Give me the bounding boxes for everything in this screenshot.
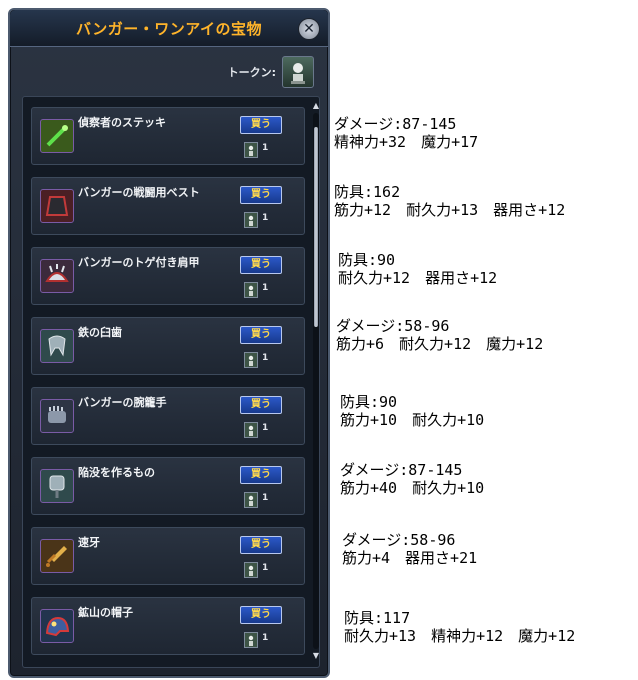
token-display: トークン: bbox=[228, 56, 314, 88]
token-cost-icon bbox=[244, 422, 258, 438]
token-cost-quantity: 1 bbox=[262, 143, 269, 153]
item-name: バンガーのトゲ付き肩甲 bbox=[78, 256, 200, 269]
scroll-track[interactable] bbox=[313, 113, 319, 649]
treasure-window: バンガー・ワンアイの宝物 ✕ トークン: 偵察者のステッキ 買う 1 バンガーの戦闘用… bbox=[8, 8, 330, 678]
item-row[interactable]: 速牙 買う 1 bbox=[31, 527, 305, 585]
buy-button[interactable]: 買う bbox=[240, 606, 282, 624]
token-cost-quantity: 1 bbox=[262, 283, 269, 293]
scrollbar[interactable]: ▲ ▼ bbox=[311, 101, 321, 661]
stat-primary: ダメージ:87-145 bbox=[334, 115, 457, 133]
stat-primary: 防具:117 bbox=[344, 609, 411, 627]
iron-molar-icon[interactable] bbox=[40, 329, 74, 363]
stat-primary: 防具:90 bbox=[340, 393, 398, 411]
mining-helmet-icon[interactable] bbox=[40, 609, 74, 643]
gauntlet-icon[interactable] bbox=[40, 399, 74, 433]
item-name: バンガーの戦闘用ベスト bbox=[78, 186, 200, 199]
item-list: 偵察者のステッキ 買う 1 バンガーの戦闘用ベスト 買う 1 バンガーのトゲ付き肩甲 買う 1 鉄… bbox=[22, 96, 320, 668]
mace-icon[interactable] bbox=[40, 469, 74, 503]
token-cost-quantity: 1 bbox=[262, 213, 269, 223]
scroll-thumb[interactable] bbox=[314, 127, 318, 327]
token-figure-icon[interactable] bbox=[282, 56, 314, 88]
item-name: 鉄の臼歯 bbox=[78, 326, 122, 339]
item-row[interactable]: 陥没を作るもの 買う 1 bbox=[31, 457, 305, 515]
staff-icon[interactable] bbox=[40, 119, 74, 153]
buy-button[interactable]: 買う bbox=[240, 396, 282, 414]
buy-button[interactable]: 買う bbox=[240, 536, 282, 554]
spiked-shoulder-icon[interactable] bbox=[40, 259, 74, 293]
token-cost-icon bbox=[244, 562, 258, 578]
item-row[interactable]: バンガーのトゲ付き肩甲 買う 1 bbox=[31, 247, 305, 305]
stat-bonuses: 筋力+40 耐久力+10 bbox=[340, 479, 485, 497]
stat-primary: ダメージ:58-96 bbox=[336, 317, 450, 335]
item-row[interactable]: バンガーの戦闘用ベスト 買う 1 bbox=[31, 177, 305, 235]
token-cost-quantity: 1 bbox=[262, 423, 269, 433]
stat-primary: ダメージ:58-96 bbox=[342, 531, 456, 549]
stat-bonuses: 精神力+32 魔力+17 bbox=[334, 133, 479, 151]
token-cost-icon bbox=[244, 492, 258, 508]
scroll-up-arrow-icon[interactable]: ▲ bbox=[311, 101, 321, 111]
dagger-icon[interactable] bbox=[40, 539, 74, 573]
buy-button[interactable]: 買う bbox=[240, 186, 282, 204]
token-cost-quantity: 1 bbox=[262, 633, 269, 643]
stat-primary: ダメージ:87-145 bbox=[340, 461, 463, 479]
token-cost-icon bbox=[244, 282, 258, 298]
item-name: 速牙 bbox=[78, 536, 100, 549]
item-name: バンガーの腕籠手 bbox=[78, 396, 167, 409]
stat-bonuses: 耐久力+13 精神力+12 魔力+12 bbox=[344, 627, 576, 645]
item-name: 偵察者のステッキ bbox=[78, 116, 166, 129]
token-cost-quantity: 1 bbox=[262, 493, 269, 503]
close-button[interactable]: ✕ bbox=[298, 18, 320, 40]
item-row[interactable]: 鉱山の帽子 買う 1 bbox=[31, 597, 305, 655]
stat-bonuses: 筋力+10 耐久力+10 bbox=[340, 411, 485, 429]
token-cost-icon bbox=[244, 212, 258, 228]
token-label: トークン: bbox=[227, 66, 276, 79]
buy-button[interactable]: 買う bbox=[240, 256, 282, 274]
buy-button[interactable]: 買う bbox=[240, 466, 282, 484]
item-row[interactable]: 鉄の臼歯 買う 1 bbox=[31, 317, 305, 375]
token-cost-quantity: 1 bbox=[262, 353, 269, 363]
stat-bonuses: 筋力+12 耐久力+13 器用さ+12 bbox=[334, 201, 566, 219]
stat-primary: 防具:162 bbox=[334, 183, 401, 201]
item-row[interactable]: 偵察者のステッキ 買う 1 bbox=[31, 107, 305, 165]
window-titlebar[interactable]: バンガー・ワンアイの宝物 ✕ bbox=[10, 10, 328, 47]
scroll-down-arrow-icon[interactable]: ▼ bbox=[311, 651, 321, 661]
token-cost-icon bbox=[244, 142, 258, 158]
stat-bonuses: 耐久力+12 器用さ+12 bbox=[338, 269, 498, 287]
item-name: 鉱山の帽子 bbox=[78, 606, 133, 619]
buy-button[interactable]: 買う bbox=[240, 116, 282, 134]
stat-bonuses: 筋力+6 耐久力+12 魔力+12 bbox=[336, 335, 544, 353]
buy-button[interactable]: 買う bbox=[240, 326, 282, 344]
item-name: 陥没を作るもの bbox=[78, 466, 155, 479]
token-cost-icon bbox=[244, 632, 258, 648]
vest-icon[interactable] bbox=[40, 189, 74, 223]
item-row[interactable]: バンガーの腕籠手 買う 1 bbox=[31, 387, 305, 445]
window-title: バンガー・ワンアイの宝物 bbox=[75, 20, 262, 38]
stat-bonuses: 筋力+4 器用さ+21 bbox=[342, 549, 478, 567]
token-cost-quantity: 1 bbox=[262, 563, 269, 573]
stat-primary: 防具:90 bbox=[338, 251, 396, 269]
token-cost-icon bbox=[244, 352, 258, 368]
